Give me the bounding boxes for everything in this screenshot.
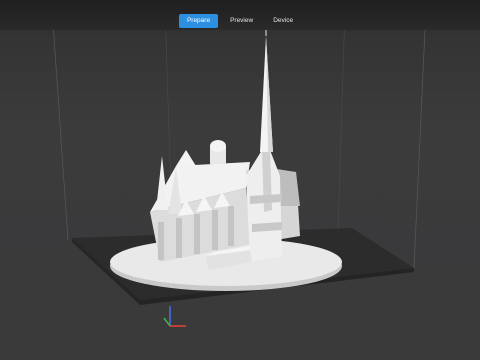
cathedral-model[interactable] [150, 30, 300, 270]
tab-prepare[interactable]: Prepare [178, 14, 219, 28]
dome-cap [210, 140, 226, 152]
buttress-3 [194, 214, 200, 254]
roof-gable [176, 150, 196, 166]
stage-tabs: Prepare Preview Device [0, 14, 480, 28]
buttress-5 [228, 206, 234, 246]
top-toolbar: Prepare Preview Device [0, 0, 480, 30]
buttress-2 [176, 218, 182, 258]
buttress-1 [158, 222, 164, 260]
build-volume-edge-back-right [337, 7, 346, 233]
3d-viewport[interactable] [0, 0, 480, 360]
build-volume-edge-left [51, 7, 69, 241]
left-spire-1 [156, 156, 168, 210]
viewport-scene [51, 7, 427, 327]
build-volume-edge-right [413, 7, 427, 269]
tab-device[interactable]: Device [265, 14, 301, 28]
axis-triad-icon [163, 306, 186, 327]
buttress-4 [212, 210, 218, 250]
tab-preview[interactable]: Preview [222, 14, 261, 28]
slicer-app: Prepare Preview Device [0, 0, 480, 360]
axis-y-line [163, 317, 171, 327]
